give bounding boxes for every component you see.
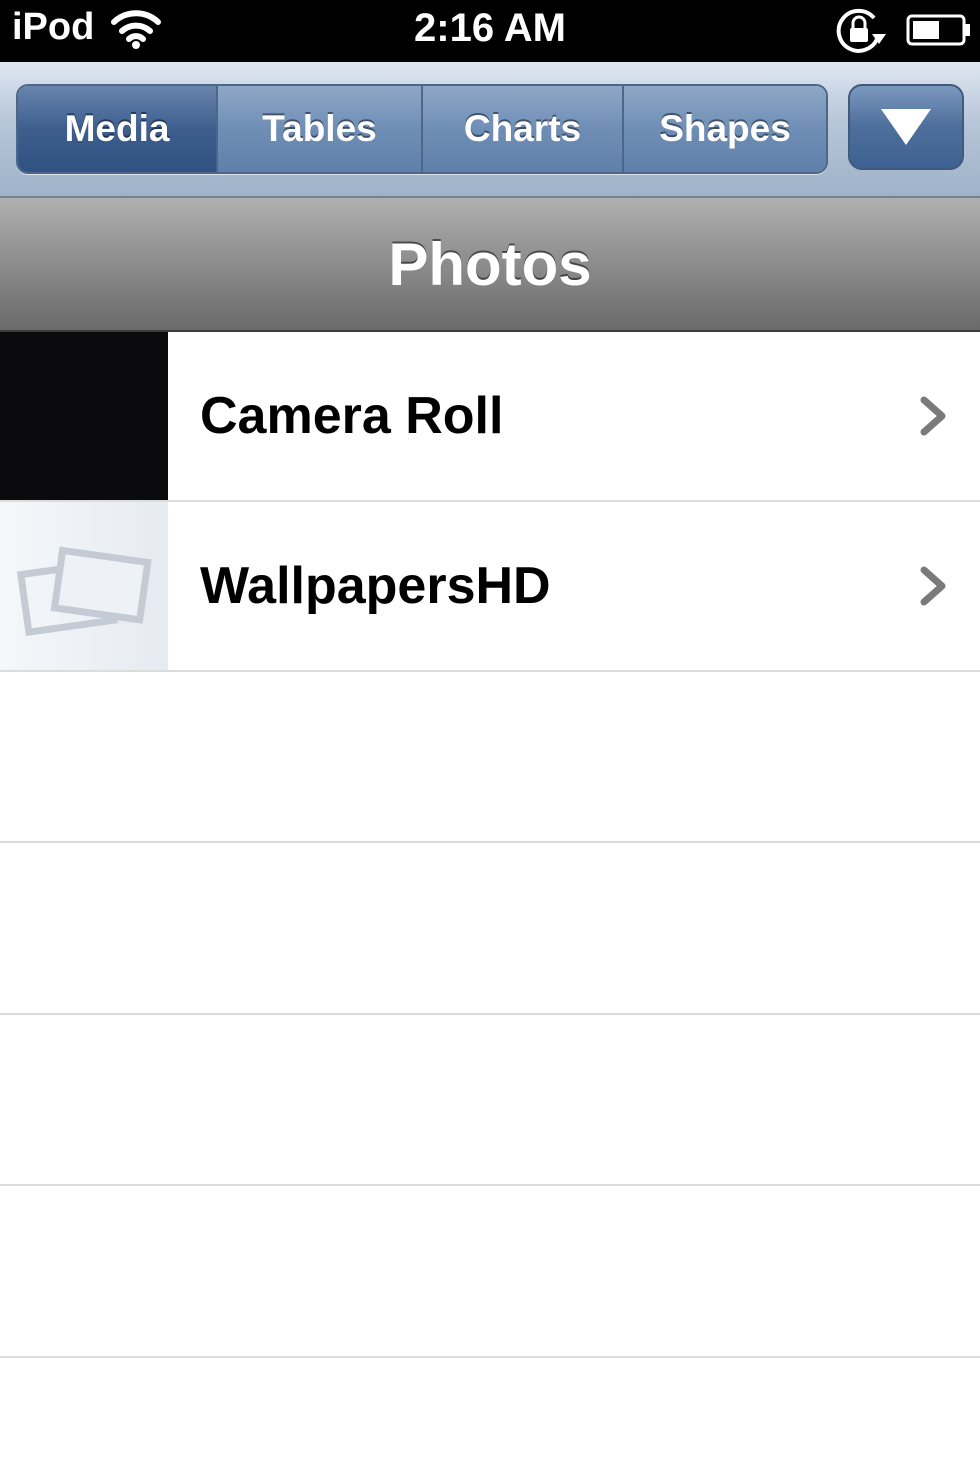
tab-charts[interactable]: Charts	[423, 86, 624, 172]
empty-row	[0, 672, 980, 843]
photos-header: Photos	[0, 198, 980, 333]
rotation-lock-icon	[836, 8, 886, 53]
dropdown-button[interactable]	[848, 84, 964, 170]
page-title: Photos	[388, 230, 592, 298]
battery-icon	[906, 14, 970, 46]
empty-row	[0, 844, 980, 1015]
status-time: 2:16 AM	[414, 6, 566, 50]
album-row-wallpapershd[interactable]: WallpapersHD	[0, 502, 980, 672]
triangle-down-icon	[881, 109, 931, 145]
status-bar: iPod 2:16 AM	[0, 0, 980, 62]
chevron-right-icon	[920, 566, 946, 606]
album-name: Camera Roll	[200, 387, 504, 445]
album-name: WallpapersHD	[200, 557, 551, 615]
camera-roll-thumbnail	[0, 332, 168, 500]
tab-tables[interactable]: Tables	[218, 86, 423, 172]
photos-placeholder-icon	[0, 502, 168, 670]
insert-toolbar: Media Tables Charts Shapes	[0, 62, 980, 198]
tab-media[interactable]: Media	[18, 86, 218, 172]
chevron-right-icon	[920, 396, 946, 436]
album-row-camera-roll[interactable]: Camera Roll	[0, 332, 980, 502]
insert-segmented-control: Media Tables Charts Shapes	[16, 84, 828, 174]
tab-shapes[interactable]: Shapes	[624, 86, 826, 172]
empty-row	[0, 1015, 980, 1186]
empty-row	[0, 1187, 980, 1358]
